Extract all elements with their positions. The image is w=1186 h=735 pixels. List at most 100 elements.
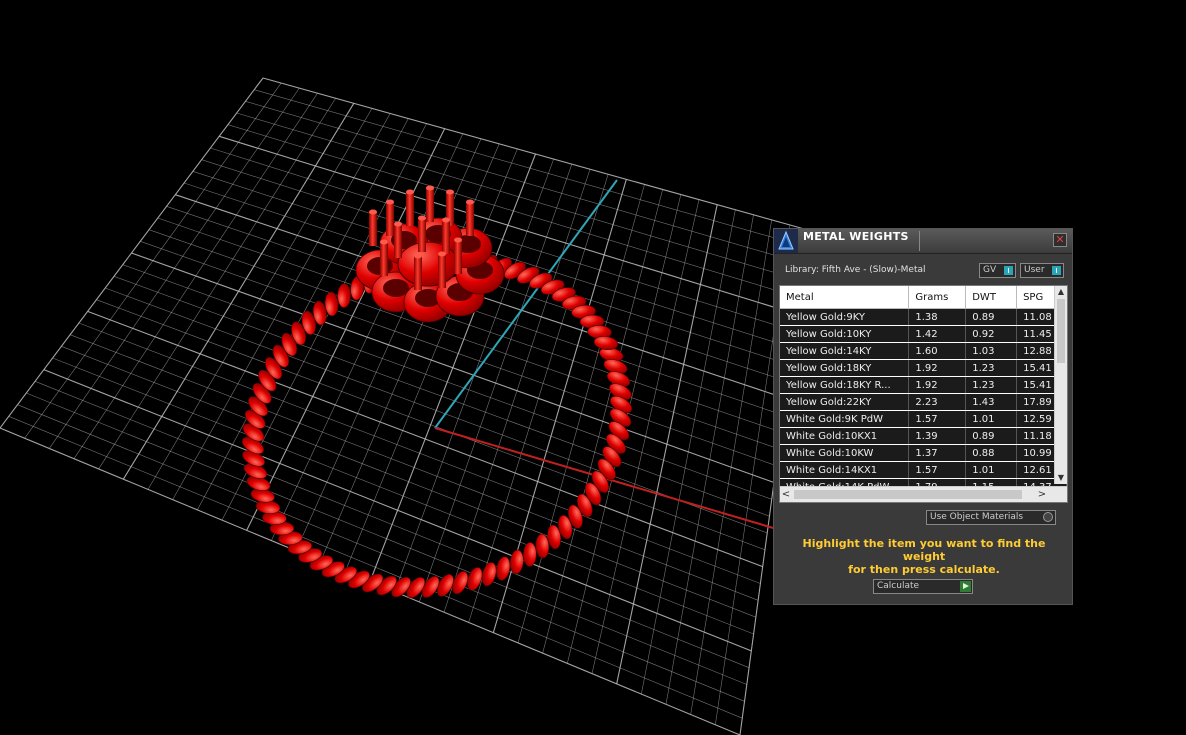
grid-line [96, 299, 766, 551]
ring-head[interactable] [355, 185, 505, 323]
close-icon: ✕ [1055, 233, 1065, 246]
grid-line [8, 416, 743, 719]
play-icon [960, 581, 971, 592]
table-row[interactable]: Yellow Gold:18KY 1.92 1.23 15.41 [780, 359, 1067, 377]
scroll-left-icon[interactable]: < [780, 487, 792, 502]
use-object-materials-toggle[interactable]: Use Object Materials [926, 510, 1056, 525]
table-cell: 0.88 [965, 444, 1018, 462]
table-cell: 1.57 [908, 461, 967, 479]
prong [438, 254, 446, 288]
column-header-metal[interactable]: Metal [780, 286, 910, 309]
app-icon [774, 229, 798, 253]
prong-tip [446, 189, 454, 195]
vertical-scroll-thumb[interactable] [1057, 299, 1065, 363]
rope-twist-segment [337, 283, 351, 308]
table-row[interactable]: White Gold:14KX1 1.57 1.01 12.61 [780, 461, 1067, 479]
table-cell: 1.38 [908, 308, 967, 326]
close-button[interactable]: ✕ [1053, 233, 1067, 247]
column-header-dwt[interactable]: DWT [965, 286, 1018, 309]
metal-weights-panel: METAL WEIGHTS ✕ Library: Fifth Ave - (Sl… [773, 228, 1073, 605]
table-cell: Yellow Gold:14KY [780, 342, 910, 360]
prong [369, 212, 377, 246]
prong [394, 224, 402, 258]
column-header-grams[interactable]: Grams [908, 286, 967, 309]
grid-line [43, 369, 752, 652]
setting-cup-hole [383, 279, 409, 297]
grid-line [26, 392, 747, 685]
grid-line [61, 346, 756, 618]
title-separator [919, 231, 920, 251]
table-row[interactable]: Yellow Gold:22KY 2.23 1.43 17.89 [780, 393, 1067, 411]
user-toggle[interactable]: User [1020, 263, 1064, 278]
table-row[interactable]: Yellow Gold:14KY 1.60 1.03 12.88 [780, 342, 1067, 360]
table-row[interactable]: White Gold:9K PdW 1.57 1.01 12.59 [780, 410, 1067, 428]
metal-table-grid: Metal Grams DWT SPG Yellow Gold:9KY 1.38 0.89… [780, 286, 1067, 496]
table-row[interactable]: Yellow Gold:9KY 1.38 0.89 11.08 [780, 308, 1067, 326]
instruction-line-2: for then press calculate. [848, 563, 1000, 576]
grid-line [70, 334, 759, 601]
table-row[interactable]: White Gold:10KW 1.37 0.88 10.99 [780, 444, 1067, 462]
prong-tip [380, 239, 388, 245]
use-object-materials-label: Use Object Materials [930, 512, 1024, 522]
grid-line [34, 381, 750, 668]
table-cell: 0.89 [965, 308, 1018, 326]
table-cell: White Gold:14KX1 [780, 461, 910, 479]
scroll-up-icon[interactable]: ▲ [1055, 286, 1067, 298]
rope-twist-segment [523, 542, 537, 567]
toggle-switch-icon [1052, 266, 1061, 275]
table-cell: 1.42 [908, 325, 967, 343]
ground-grid [0, 77, 809, 735]
scroll-down-icon[interactable]: ▼ [1055, 472, 1067, 484]
table-cell: 1.01 [965, 461, 1018, 479]
prong [414, 256, 422, 290]
table-cell: 1.92 [908, 376, 967, 394]
library-label: Library: Fifth Ave - (Slow)-Metal [785, 265, 926, 275]
rope-twist-segment [481, 562, 497, 587]
vertical-scrollbar[interactable]: ▲ ▼ [1054, 286, 1067, 484]
prong [380, 242, 388, 276]
table-cell: 1.23 [965, 359, 1018, 377]
instruction-line-1: Highlight the item you want to find the … [802, 537, 1046, 563]
prong-tip [406, 189, 414, 195]
prong-tip [418, 215, 426, 221]
prong-tip [438, 251, 446, 257]
table-cell: 1.39 [908, 427, 967, 445]
prong [386, 202, 394, 236]
prong [418, 218, 426, 252]
table-cell: Yellow Gold:22KY [780, 393, 910, 411]
table-cell: 1.57 [908, 410, 967, 428]
table-header-row: Metal Grams DWT SPG [780, 286, 1067, 309]
panel-titlebar[interactable]: METAL WEIGHTS ✕ [774, 229, 1072, 254]
grid-line [87, 310, 763, 568]
prong-tip [466, 199, 474, 205]
horizontal-scroll-thumb[interactable] [794, 490, 1022, 499]
user-toggle-label: User [1024, 265, 1045, 275]
table-cell: 0.89 [965, 427, 1018, 445]
gv-toggle[interactable]: GV [979, 263, 1016, 278]
prong [406, 192, 414, 226]
table-cell: 1.23 [965, 376, 1018, 394]
panel-title: METAL WEIGHTS [803, 230, 909, 243]
table-cell: White Gold:10KW [780, 444, 910, 462]
horizontal-scrollbar[interactable]: < > [780, 486, 1067, 502]
prong-tip [414, 253, 422, 259]
prong [442, 220, 450, 254]
table-cell: Yellow Gold:18KY [780, 359, 910, 377]
table-cell: 1.01 [965, 410, 1018, 428]
table-cell: Yellow Gold:10KY [780, 325, 910, 343]
metal-table[interactable]: Metal Grams DWT SPG Yellow Gold:9KY 1.38 0.89… [779, 285, 1068, 503]
table-cell: 1.43 [965, 393, 1018, 411]
calculate-button[interactable]: Calculate [873, 579, 973, 594]
prong-tip [454, 237, 462, 243]
prong-tip [442, 217, 450, 223]
table-cell: 1.60 [908, 342, 967, 360]
scroll-right-icon[interactable]: > [1036, 487, 1048, 502]
table-row[interactable]: Yellow Gold:18KY R... 1.92 1.23 15.41 [780, 376, 1067, 394]
prong [466, 202, 474, 236]
table-cell: Yellow Gold:9KY [780, 308, 910, 326]
grid-line [78, 322, 761, 584]
table-row[interactable]: Yellow Gold:10KY 1.42 0.92 11.45 [780, 325, 1067, 343]
table-cell: 1.92 [908, 359, 967, 377]
prong-tip [386, 199, 394, 205]
table-row[interactable]: White Gold:10KX1 1.39 0.89 11.18 [780, 427, 1067, 445]
